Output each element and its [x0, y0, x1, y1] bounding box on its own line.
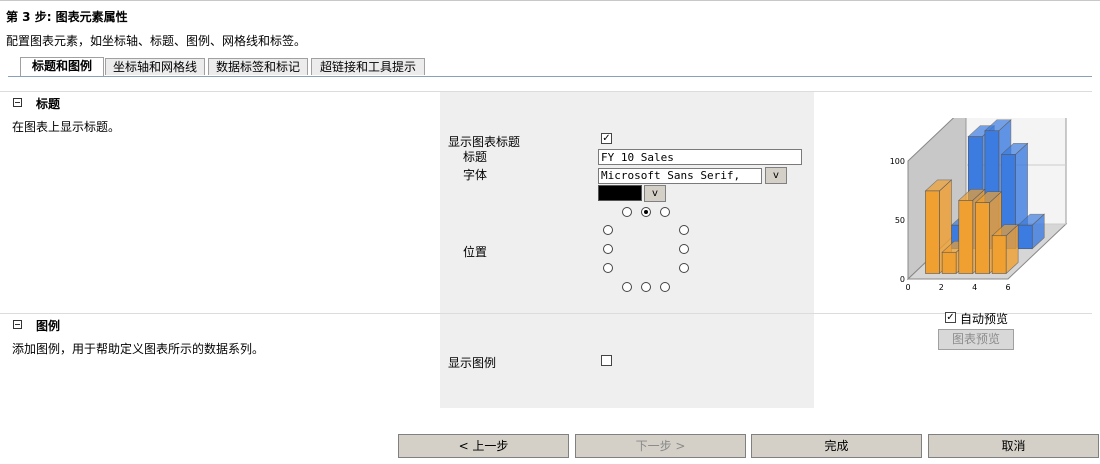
- previous-button[interactable]: < 上一步: [398, 434, 569, 458]
- legend-section-heading: 图例: [36, 319, 61, 333]
- show-legend-checkbox[interactable]: [601, 355, 612, 366]
- font-field[interactable]: Microsoft Sans Serif, 8pt: [598, 168, 762, 196]
- tab-data-labels-markers[interactable]: 数据标签和标记: [208, 58, 308, 75]
- chart-bar-front: [941, 251, 957, 274]
- page-title: 第 3 步: 图表元素属性: [6, 10, 128, 24]
- auto-preview-checkbox[interactable]: ✓: [945, 312, 956, 323]
- show-legend-label: 显示图例: [448, 356, 497, 370]
- position-left-top-radio[interactable]: [603, 225, 613, 235]
- chart-x-tick-label: 6: [1005, 283, 1010, 292]
- position-label: 位置: [463, 245, 488, 259]
- title-section-description: 在图表上显示标题。: [12, 120, 121, 134]
- auto-preview-label: 自动预览: [960, 312, 1009, 326]
- position-right-top-radio[interactable]: [679, 225, 689, 235]
- chart-preview-button[interactable]: 图表预览: [938, 329, 1014, 350]
- chart-y-tick-label: 100: [890, 157, 905, 166]
- font-dropdown-button[interactable]: v: [765, 167, 787, 184]
- cancel-button[interactable]: 取消: [928, 434, 1099, 458]
- position-top-center-radio[interactable]: [641, 207, 651, 217]
- position-bottom-right-radio[interactable]: [660, 282, 670, 292]
- chart-x-tick-label: 4: [972, 283, 977, 292]
- chart-bar-front: [991, 235, 1007, 274]
- section-divider: [0, 91, 1092, 92]
- tab-axes-gridlines[interactable]: 坐标轴和网格线: [105, 58, 205, 75]
- chevron-down-icon: v: [773, 170, 779, 181]
- title-input[interactable]: [598, 149, 802, 165]
- tab-underline: [8, 76, 1092, 77]
- font-color-swatch[interactable]: [598, 185, 642, 201]
- chart-bar-front: [975, 202, 990, 274]
- chart-y-tick-label: 50: [895, 216, 905, 225]
- position-bottom-center-radio[interactable]: [641, 282, 651, 292]
- section-divider: [0, 313, 1092, 314]
- page-description: 配置图表元素，如坐标轴、标题、图例、网格线和标签。: [6, 34, 307, 48]
- position-bottom-left-radio[interactable]: [622, 282, 632, 292]
- title-label: 标题: [463, 150, 488, 164]
- font-label: 字体: [463, 168, 488, 182]
- show-title-checkbox[interactable]: ✓: [601, 133, 612, 144]
- position-right-middle-radio[interactable]: [679, 244, 689, 254]
- chart-x-tick-label: 2: [939, 283, 944, 292]
- collapse-legend-icon[interactable]: [13, 320, 22, 329]
- legend-section-description: 添加图例，用于帮助定义图表所示的数据系列。: [12, 342, 265, 356]
- chart-bar-front: [1017, 224, 1033, 250]
- position-top-right-radio[interactable]: [660, 207, 670, 217]
- position-left-bottom-radio[interactable]: [603, 263, 613, 273]
- chart-x-tick-label: 0: [905, 283, 910, 292]
- collapse-title-icon[interactable]: [13, 98, 22, 107]
- next-button[interactable]: 下一步 >: [575, 434, 746, 458]
- position-top-left-radio[interactable]: [622, 207, 632, 217]
- chart-bar-front: [958, 200, 974, 274]
- tab-title-legend[interactable]: 标题和图例: [20, 57, 104, 76]
- chevron-down-icon: v: [652, 188, 658, 199]
- font-color-dropdown-button[interactable]: v: [644, 185, 666, 202]
- finish-button[interactable]: 完成: [751, 434, 922, 458]
- chart-y-tick-label: 0: [900, 275, 905, 284]
- chart-bar-front: [925, 190, 940, 274]
- top-border: [0, 0, 1100, 1]
- chart-bar: [991, 224, 1019, 275]
- title-section-heading: 标题: [36, 97, 61, 111]
- position-left-middle-radio[interactable]: [603, 244, 613, 254]
- position-right-bottom-radio[interactable]: [679, 263, 689, 273]
- chart-preview: 0 50 100 0 2 4 6: [890, 118, 1068, 292]
- tab-hyperlinks-tooltips[interactable]: 超链接和工具提示: [311, 58, 425, 75]
